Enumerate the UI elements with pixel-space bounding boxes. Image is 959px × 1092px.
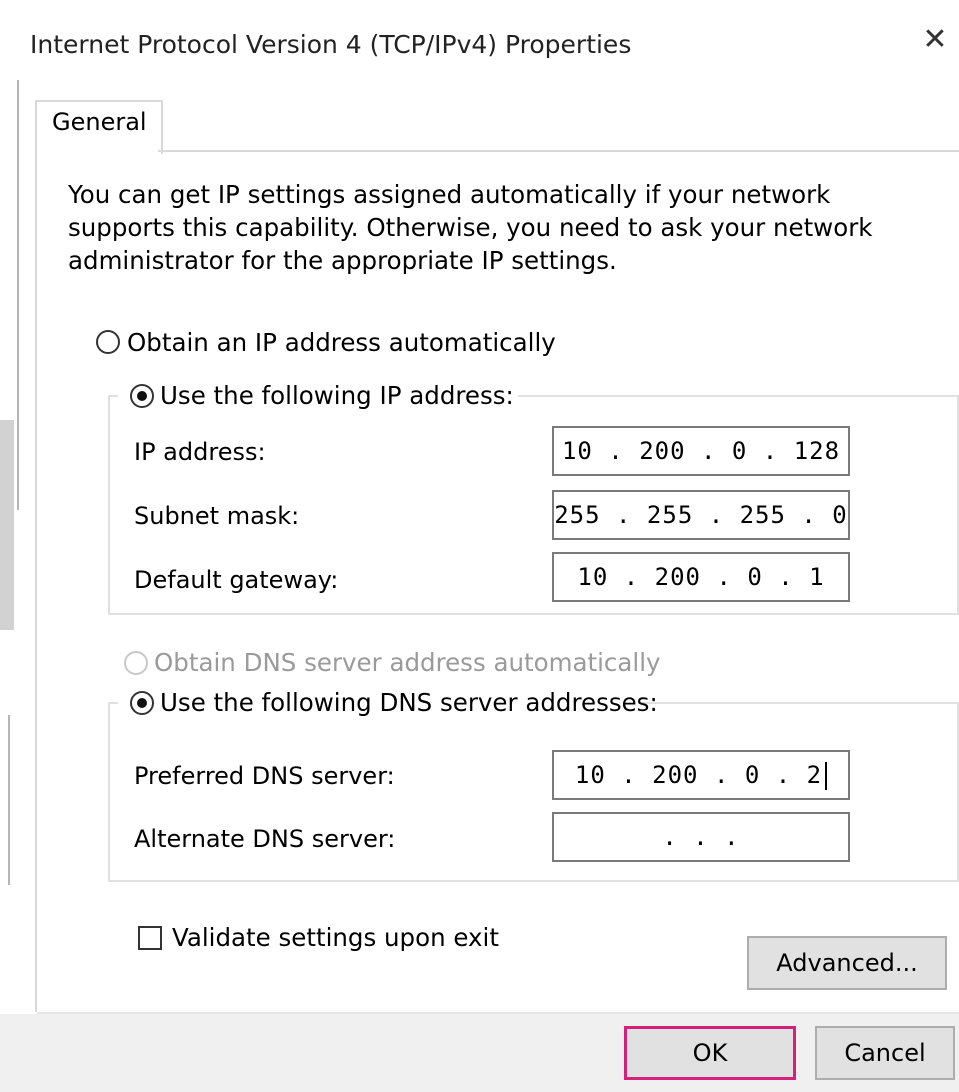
obtain-ip-auto-label[interactable]: Obtain an IP address automatically xyxy=(127,328,556,357)
tab-panel-border xyxy=(158,150,959,152)
default-gateway-input[interactable]: 10 . 200 . 0 . 1 xyxy=(552,552,850,602)
description-text: You can get IP settings assigned automat… xyxy=(68,180,873,275)
window-title: Internet Protocol Version 4 (TCP/IPv4) P… xyxy=(30,30,632,59)
background-window-strip xyxy=(0,420,14,630)
obtain-ip-auto-radio[interactable] xyxy=(96,330,120,354)
use-following-dns-radio[interactable] xyxy=(130,691,154,715)
background-window-edge xyxy=(17,40,19,510)
default-gateway-label: Default gateway: xyxy=(134,566,339,594)
tab-panel-border-left xyxy=(35,150,37,1012)
subnet-mask-input[interactable]: 255 . 255 . 255 . 0 xyxy=(552,490,850,540)
alternate-dns-input[interactable]: . . . xyxy=(552,812,850,862)
alternate-dns-label: Alternate DNS server: xyxy=(134,825,396,853)
preferred-dns-input[interactable]: 10 . 200 . 0 . 2 xyxy=(552,750,850,800)
validate-settings-label[interactable]: Validate settings upon exit xyxy=(172,923,499,952)
use-following-ip-label[interactable]: Use the following IP address: xyxy=(160,381,514,410)
close-icon[interactable]: ✕ xyxy=(915,20,955,60)
use-following-dns-label[interactable]: Use the following DNS server addresses: xyxy=(160,688,658,717)
subnet-mask-label: Subnet mask: xyxy=(134,502,300,530)
preferred-dns-label: Preferred DNS server: xyxy=(134,762,395,790)
preferred-dns-value: 10 . 200 . 0 . 2 xyxy=(574,761,823,789)
cancel-button[interactable]: Cancel xyxy=(815,1026,955,1080)
ip-address-label: IP address: xyxy=(134,438,266,466)
obtain-dns-auto-label[interactable]: Obtain DNS server address automatically xyxy=(154,648,661,677)
background-window-edge-2 xyxy=(8,715,10,885)
advanced-button[interactable]: Advanced... xyxy=(747,936,947,990)
ip-address-input[interactable]: 10 . 200 . 0 . 128 xyxy=(552,426,850,476)
use-following-ip-radio[interactable] xyxy=(130,384,154,408)
obtain-dns-auto-radio[interactable] xyxy=(124,651,148,675)
tab-general-label: General xyxy=(52,108,147,136)
validate-settings-checkbox[interactable] xyxy=(138,926,162,950)
text-caret xyxy=(825,762,828,790)
ok-button[interactable]: OK xyxy=(624,1026,796,1080)
